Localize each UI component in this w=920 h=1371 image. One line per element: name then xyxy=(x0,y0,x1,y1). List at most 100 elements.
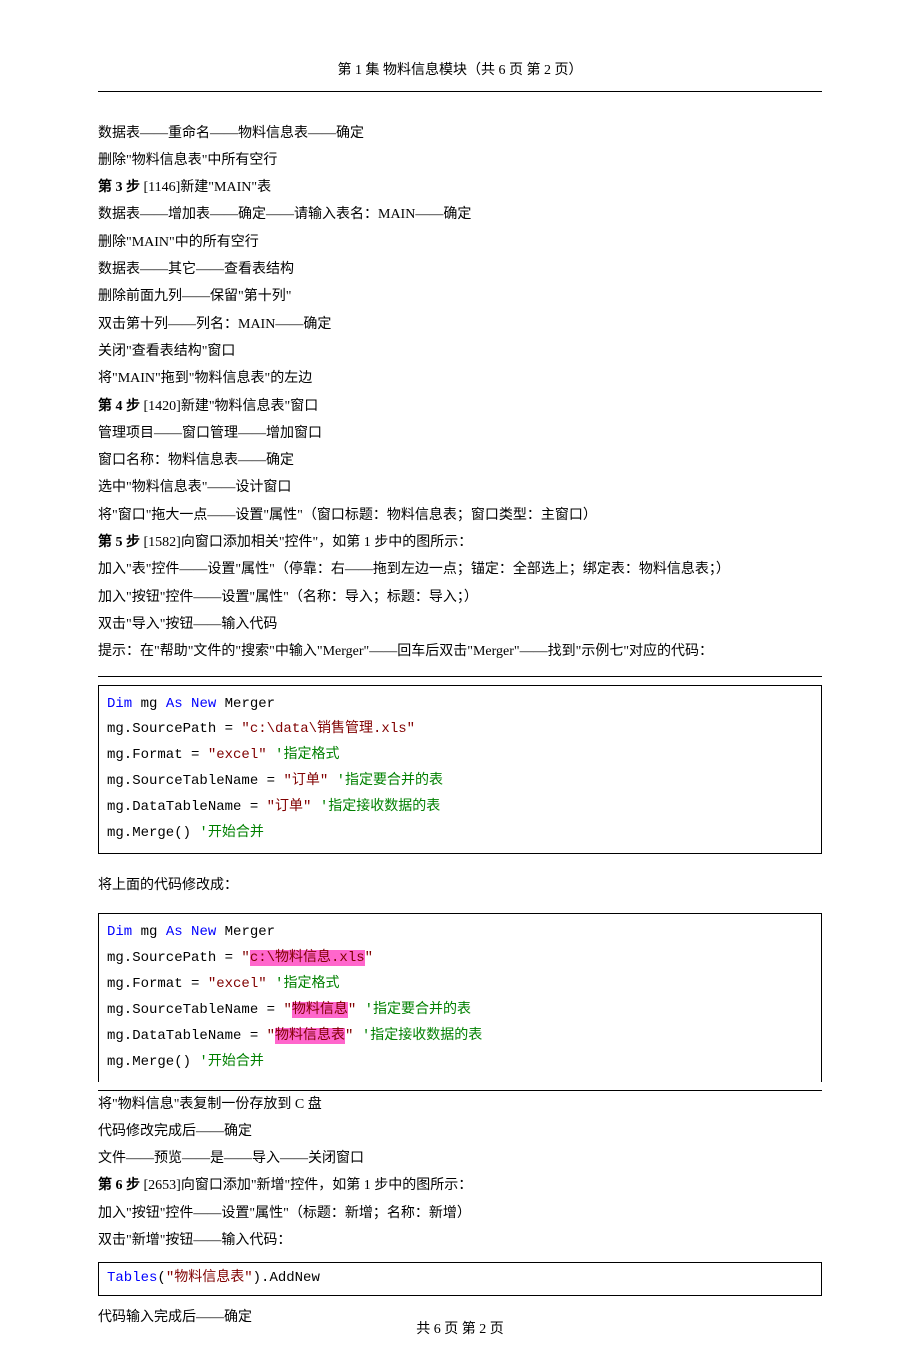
body-line: 加入"表"控件——设置"属性"（停靠：右——拖到左边一点；锚定：全部选上；绑定表… xyxy=(98,556,822,583)
code-line: mg.Format = "excel" '指定格式 xyxy=(107,972,813,998)
body-line: 文件——预览——是——导入——关闭窗口 xyxy=(98,1145,822,1172)
code-text: .AddNew xyxy=(261,1270,320,1286)
code-comment: '指定接收数据的表 xyxy=(353,1028,482,1044)
code-comment: '指定格式 xyxy=(267,976,340,992)
code-string-highlight: c:\物料信息.xls xyxy=(250,950,365,966)
code-text: ( xyxy=(157,1270,165,1286)
code-line: mg.Format = "excel" '指定格式 xyxy=(107,743,813,769)
body-line: 双击第十列——列名：MAIN——确定 xyxy=(98,311,822,338)
code-line: Dim mg As New Merger xyxy=(107,920,813,946)
kw-tables: Tables xyxy=(107,1270,157,1286)
body-line: 代码修改完成后——确定 xyxy=(98,1118,822,1145)
code-string: "订单" xyxy=(283,773,328,789)
code-line: mg.DataTableName = "物料信息表" '指定接收数据的表 xyxy=(107,1024,813,1050)
body-line: 加入"按钮"控件——设置"属性"（标题：新增；名称：新增） xyxy=(98,1200,822,1227)
kw-dim: Dim xyxy=(107,924,132,940)
code-text: mg.SourcePath = xyxy=(107,950,241,966)
step-line: 第 6 步 [2653]向窗口添加"新增"控件，如第 1 步中的图所示： xyxy=(98,1172,822,1199)
body-line: 数据表——增加表——确定——请输入表名：MAIN——确定 xyxy=(98,201,822,228)
body-line: 管理项目——窗口管理——增加窗口 xyxy=(98,420,822,447)
code-string: "excel" xyxy=(208,747,267,763)
step-rest: [2653]向窗口添加"新增"控件，如第 1 步中的图所示： xyxy=(140,1178,472,1193)
step-rest: [1582]向窗口添加相关"控件"，如第 1 步中的图所示： xyxy=(140,535,472,550)
body-line: 双击"导入"按钮——输入代码 xyxy=(98,611,822,638)
body-line: 删除"MAIN"中的所有空行 xyxy=(98,229,822,256)
code-string-highlight: 物料信息表 xyxy=(275,1028,345,1044)
kw-dim: Dim xyxy=(107,696,132,712)
code-block-3: Tables("物料信息表").AddNew xyxy=(98,1262,822,1296)
step-line: 第 4 步 [1420]新建"物料信息表"窗口 xyxy=(98,393,822,420)
code-line: mg.DataTableName = "订单" '指定接收数据的表 xyxy=(107,795,813,821)
code-line: mg.SourcePath = "c:\物料信息.xls" xyxy=(107,946,813,972)
code-quote: " xyxy=(365,950,373,966)
code-block-1: Dim mg As New Merger mg.SourcePath = "c:… xyxy=(98,685,822,854)
code-text: mg.DataTableName = xyxy=(107,1028,267,1044)
header-text: 第 1 集 物料信息模块（共 6 页 第 2 页） xyxy=(338,63,583,78)
code-text: mg.DataTableName = xyxy=(107,799,267,815)
code-text: mg xyxy=(132,924,166,940)
step-prefix: 第 5 步 xyxy=(98,535,140,550)
code-line: mg.Merge() '开始合并 xyxy=(107,1050,813,1076)
code-line: mg.Merge() '开始合并 xyxy=(107,821,813,847)
code-text: ) xyxy=(253,1270,261,1286)
code-text: mg.SourceTableName = xyxy=(107,1002,283,1018)
code-block-2: Dim mg As New Merger mg.SourcePath = "c:… xyxy=(98,913,822,1081)
code-text: mg.Format = xyxy=(107,747,208,763)
step-prefix: 第 3 步 xyxy=(98,180,140,195)
code-string: "c:\data\销售管理.xls" xyxy=(241,721,415,737)
step-rest: [1146]新建"MAIN"表 xyxy=(140,180,271,195)
code-string: "excel" xyxy=(208,976,267,992)
kw-as: As xyxy=(166,696,183,712)
code-line: Tables("物料信息表").AddNew xyxy=(107,1266,813,1292)
body-line: 提示：在"帮助"文件的"搜索"中输入"Merger"——回车后双击"Merger… xyxy=(98,638,822,665)
body-line: 删除前面九列——保留"第十列" xyxy=(98,283,822,310)
code-quote: " xyxy=(283,1002,291,1018)
code-line: mg.SourcePath = "c:\data\销售管理.xls" xyxy=(107,717,813,743)
code-text: mg.Merge() xyxy=(107,1054,191,1070)
body-line: 将"MAIN"拖到"物料信息表"的左边 xyxy=(98,365,822,392)
body-line: 窗口名称：物料信息表——确定 xyxy=(98,447,822,474)
step-line: 第 5 步 [1582]向窗口添加相关"控件"，如第 1 步中的图所示： xyxy=(98,529,822,556)
code-comment: '开始合并 xyxy=(191,825,264,841)
code-quote: " xyxy=(241,950,249,966)
step-line: 第 3 步 [1146]新建"MAIN"表 xyxy=(98,174,822,201)
code-string: "订单" xyxy=(267,799,312,815)
body-line: 数据表——重命名——物料信息表——确定 xyxy=(98,120,822,147)
code-quote: " xyxy=(267,1028,275,1044)
footer-text: 共 6 页 第 2 页 xyxy=(416,1322,504,1337)
page-header: 第 1 集 物料信息模块（共 6 页 第 2 页） xyxy=(98,58,822,92)
code-comment: '指定要合并的表 xyxy=(328,773,443,789)
body-line: 关闭"查看表结构"窗口 xyxy=(98,338,822,365)
body-line: 将"物料信息"表复制一份存放到 C 盘 xyxy=(98,1091,822,1118)
body-line: 选中"物料信息表"——设计窗口 xyxy=(98,474,822,501)
code-line: mg.SourceTableName = "物料信息" '指定要合并的表 xyxy=(107,998,813,1024)
code-comment: '指定接收数据的表 xyxy=(311,799,440,815)
kw-new: New xyxy=(183,696,217,712)
kw-as: As xyxy=(166,924,183,940)
body-line: 将"窗口"拖大一点——设置"属性"（窗口标题：物料信息表；窗口类型：主窗口） xyxy=(98,502,822,529)
body-line: 双击"新增"按钮——输入代码： xyxy=(98,1227,822,1254)
code-line: Dim mg As New Merger xyxy=(107,692,813,718)
code-text: mg.Format = xyxy=(107,976,208,992)
code-text: mg.SourceTableName = xyxy=(107,773,283,789)
body-line: 删除"物料信息表"中所有空行 xyxy=(98,147,822,174)
step-prefix: 第 4 步 xyxy=(98,399,140,414)
code-quote: " xyxy=(348,1002,356,1018)
code-text: mg xyxy=(132,696,166,712)
code-text: mg.SourcePath = xyxy=(107,721,241,737)
code-comment: '开始合并 xyxy=(191,1054,264,1070)
code-text: mg.Merge() xyxy=(107,825,191,841)
body-line: 将上面的代码修改成： xyxy=(98,872,822,899)
code-comment: '指定格式 xyxy=(267,747,340,763)
code-comment: '指定要合并的表 xyxy=(356,1002,471,1018)
code-line: mg.SourceTableName = "订单" '指定要合并的表 xyxy=(107,769,813,795)
step-prefix: 第 6 步 xyxy=(98,1178,140,1193)
code-string-highlight: 物料信息 xyxy=(292,1002,348,1018)
document-body: 数据表——重命名——物料信息表——确定 删除"物料信息表"中所有空行 第 3 步… xyxy=(98,120,822,1332)
page-footer: 共 6 页 第 2 页 xyxy=(0,1317,920,1344)
body-line: 加入"按钮"控件——设置"属性"（名称：导入；标题：导入；） xyxy=(98,584,822,611)
code-string: "物料信息表" xyxy=(166,1270,253,1286)
kw-new: New xyxy=(183,924,217,940)
body-line: 数据表——其它——查看表结构 xyxy=(98,256,822,283)
code-text: Merger xyxy=(216,696,275,712)
